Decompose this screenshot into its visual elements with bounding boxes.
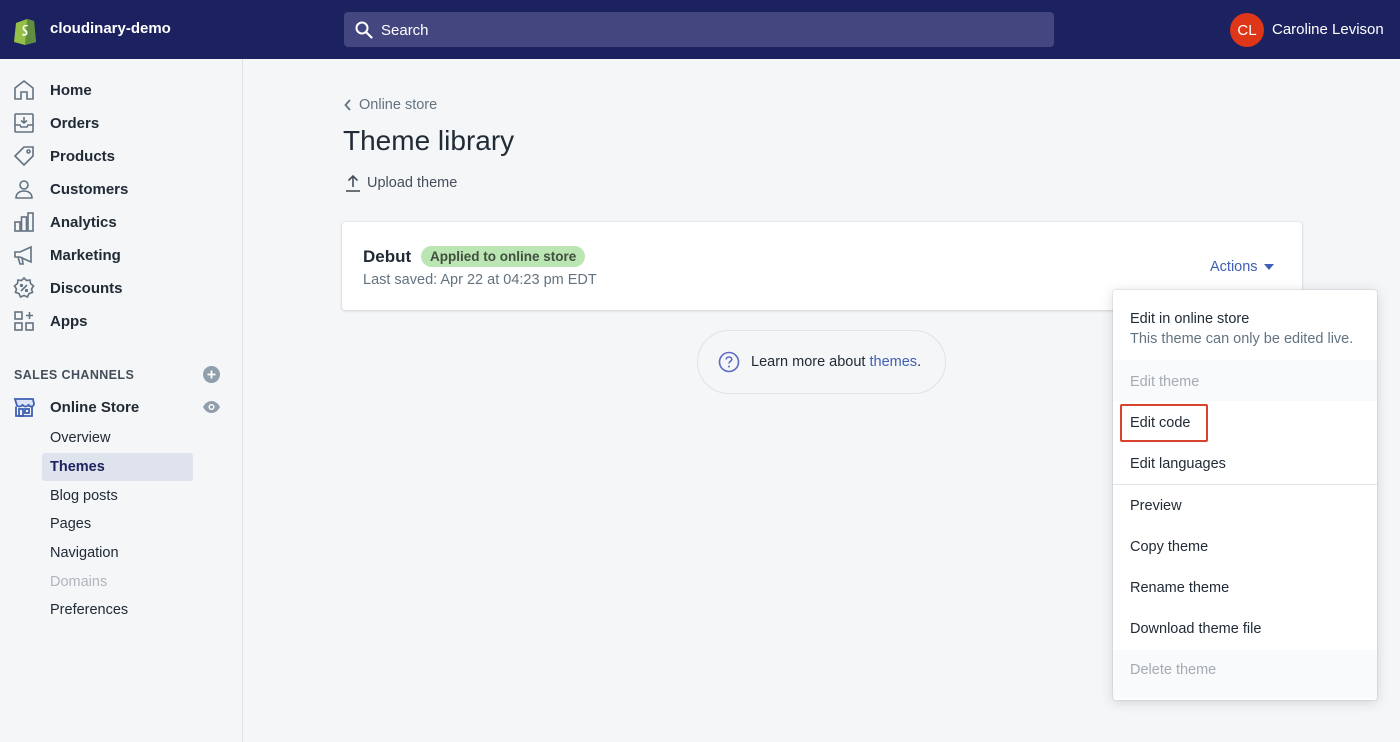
avatar[interactable]: CL: [1230, 13, 1264, 47]
learn-more-suffix: .: [917, 354, 922, 370]
sidebar-item-label: Apps: [50, 313, 88, 330]
user-name[interactable]: Caroline Levison: [1272, 21, 1384, 38]
sidebar-sub-themes[interactable]: Themes: [50, 459, 105, 475]
actions-dropdown-menu: Edit in online store This theme can only…: [1113, 290, 1377, 700]
menu-item-preview[interactable]: Preview: [1130, 498, 1182, 514]
help-icon: [718, 351, 740, 373]
megaphone-icon: [14, 245, 32, 265]
search-icon: [355, 21, 373, 39]
shopify-logo-icon[interactable]: [12, 15, 38, 45]
themes-link[interactable]: themes: [870, 354, 918, 370]
last-saved: Last saved: Apr 22 at 04:23 pm EDT: [363, 272, 597, 288]
upload-theme-label: Upload theme: [367, 175, 458, 191]
sidebar-sub-domains: Domains: [50, 574, 108, 590]
discount-icon: [13, 276, 35, 299]
menu-item-download-theme[interactable]: Download theme file: [1130, 621, 1261, 637]
search-input[interactable]: Search: [381, 22, 429, 39]
learn-more-prefix: Learn more about: [751, 354, 870, 370]
sidebar-sub-overview[interactable]: Overview: [50, 430, 110, 446]
chevron-left-icon: [344, 99, 351, 111]
sidebar-item-label: Discounts: [50, 280, 123, 297]
sales-channels-title: SALES CHANNELS: [14, 368, 135, 382]
upload-theme-button[interactable]: Upload theme: [345, 174, 457, 192]
menu-item-edit-code[interactable]: Edit code: [1130, 415, 1190, 431]
sidebar-item-analytics[interactable]: Analytics: [0, 207, 243, 237]
sidebar-item-label: Home: [50, 82, 92, 99]
sidebar-item-marketing[interactable]: Marketing: [0, 240, 243, 270]
upload-icon: [346, 174, 360, 192]
caret-down-icon: [1263, 264, 1274, 270]
sidebar-item-products[interactable]: Products: [0, 141, 243, 171]
sidebar-item-apps[interactable]: Apps: [0, 306, 243, 336]
menu-item-edit-languages[interactable]: Edit languages: [1130, 456, 1226, 472]
bar-chart-icon: [14, 212, 34, 232]
sidebar-item-label: Analytics: [50, 214, 117, 231]
actions-label: Actions: [1210, 259, 1258, 275]
add-channel-icon[interactable]: [203, 366, 220, 383]
sidebar-sub-pages[interactable]: Pages: [50, 516, 91, 532]
sidebar-item-orders[interactable]: Orders: [0, 108, 243, 138]
sidebar-item-label: Online Store: [50, 399, 140, 416]
menu-item-edit-theme: Edit theme: [1130, 374, 1200, 390]
sidebar-sub-navigation[interactable]: Navigation: [50, 545, 119, 561]
store-icon: [13, 398, 35, 417]
breadcrumb-label: Online store: [359, 97, 438, 113]
theme-name: Debut: [363, 247, 412, 266]
status-badge: Applied to online store: [421, 246, 586, 267]
sidebar-item-discounts[interactable]: Discounts: [0, 273, 243, 303]
sidebar-item-label: Marketing: [50, 247, 121, 264]
person-icon: [15, 180, 33, 199]
sidebar-sub-preferences[interactable]: Preferences: [50, 602, 128, 618]
orders-icon: [14, 113, 34, 133]
menu-item-copy-theme[interactable]: Copy theme: [1130, 539, 1208, 555]
sidebar-item-home[interactable]: Home: [0, 75, 243, 105]
menu-divider: [1113, 484, 1377, 485]
search-bar[interactable]: Search: [344, 12, 1054, 47]
sidebar: Home Orders Products Customers Analytics: [0, 59, 243, 742]
actions-button[interactable]: Actions: [1210, 259, 1274, 275]
eye-icon[interactable]: [202, 400, 221, 414]
breadcrumb[interactable]: Online store: [343, 97, 437, 113]
menu-item-rename-theme[interactable]: Rename theme: [1130, 580, 1229, 596]
learn-more-callout: Learn more about themes.: [697, 330, 946, 394]
store-name[interactable]: cloudinary-demo: [50, 20, 171, 37]
page-title: Theme library: [343, 125, 515, 156]
sidebar-item-label: Customers: [50, 181, 129, 198]
home-icon: [14, 79, 34, 100]
sidebar-item-customers[interactable]: Customers: [0, 174, 243, 204]
menu-item-note: This theme can only be edited live.: [1130, 331, 1354, 347]
apps-icon: [14, 311, 34, 331]
menu-item-edit-in-online-store[interactable]: Edit in online store: [1130, 311, 1249, 327]
learn-more-text: Learn more about themes.: [751, 354, 921, 370]
top-bar: cloudinary-demo Search CL Caroline Levis…: [0, 0, 1400, 59]
sidebar-item-label: Products: [50, 148, 116, 165]
sidebar-sub-blog-posts[interactable]: Blog posts: [50, 488, 118, 504]
sidebar-item-label: Orders: [50, 115, 100, 132]
tag-icon: [13, 146, 34, 167]
menu-item-delete-theme: Delete theme: [1130, 662, 1217, 678]
